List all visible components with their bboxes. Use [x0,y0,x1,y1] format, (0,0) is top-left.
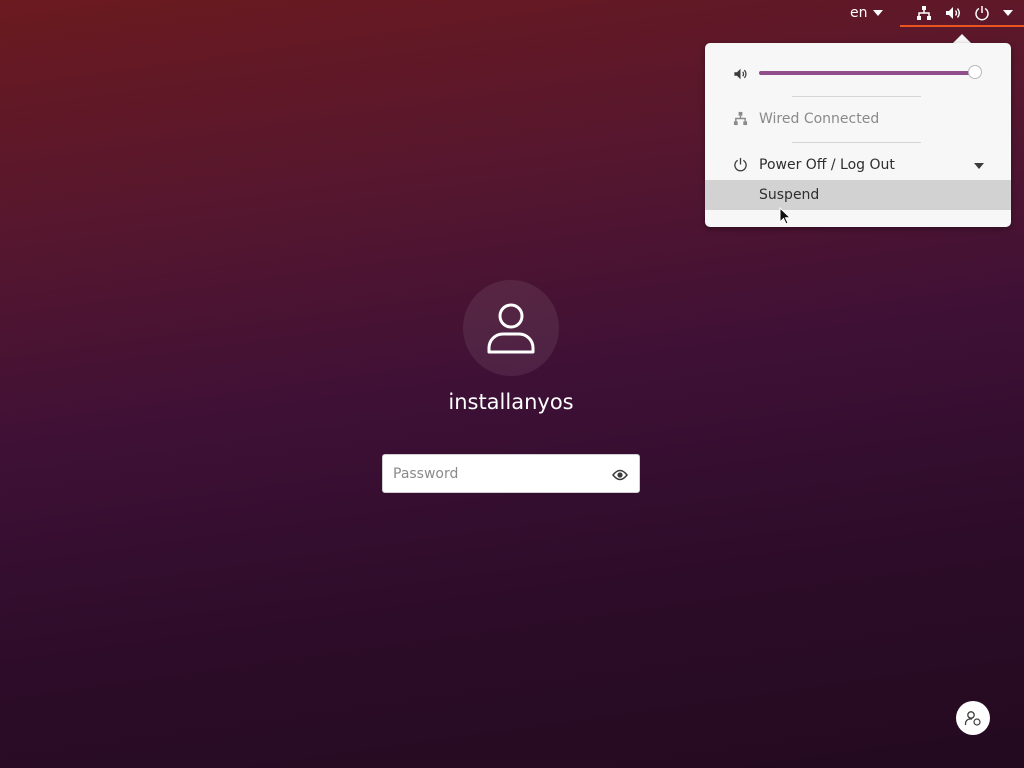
power-off-log-out-menu[interactable]: Power Off / Log Out [705,155,1011,177]
separator [792,142,921,143]
power-icon [974,5,990,21]
volume-slider-handle[interactable] [968,65,982,79]
password-field [382,454,640,493]
volume-slider[interactable] [759,65,982,79]
chevron-down-icon [974,163,984,169]
power-icon [733,157,748,176]
accessibility-user-icon [964,711,981,726]
user-avatar[interactable] [463,280,559,376]
system-menu-popover: Wired Connected Power Off / Log Out Susp… [705,43,1011,227]
suspend-menu-item[interactable]: Suspend [705,180,1011,210]
chevron-down-icon [872,10,883,16]
volume-row [705,63,1011,83]
volume-icon [945,5,961,21]
user-icon [487,303,535,354]
volume-icon [733,66,748,85]
password-input[interactable] [393,464,603,484]
network-icon [733,111,748,130]
language-selector[interactable]: en [850,5,883,21]
separator [792,96,921,97]
language-label: en [850,5,868,21]
accessibility-button[interactable] [956,701,990,735]
network-icon [916,5,932,21]
network-row[interactable]: Wired Connected [705,109,1011,131]
top-bar: en [0,0,1024,28]
username-label: installanyos [448,390,574,414]
chevron-down-icon [1003,9,1013,16]
network-label: Wired Connected [759,111,880,127]
power-off-label: Power Off / Log Out [759,157,895,173]
suspend-label: Suspend [759,187,820,203]
eye-icon[interactable] [612,467,628,486]
mouse-pointer-icon [779,207,791,225]
volume-slider-fill [759,71,975,75]
system-menu-button[interactable] [900,0,1024,27]
